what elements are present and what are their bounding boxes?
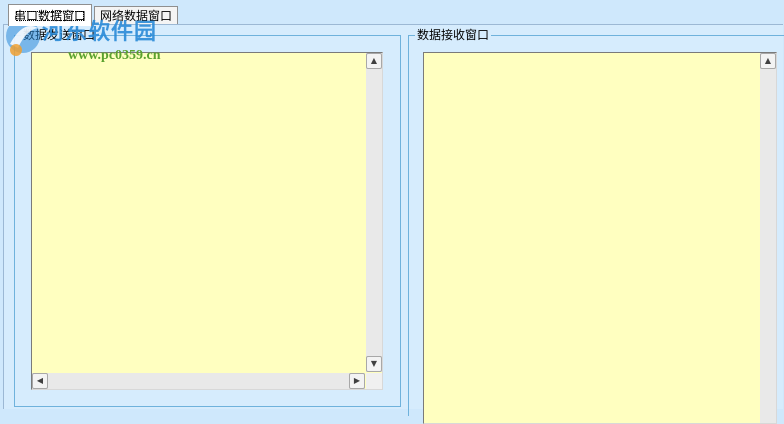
- scroll-up-icon[interactable]: ▲: [760, 53, 776, 69]
- receive-groupbox: 数据接收窗口 ▲: [408, 28, 784, 424]
- receive-groupbox-title: 数据接收窗口: [415, 28, 492, 42]
- scroll-up-icon[interactable]: ▲: [366, 53, 382, 69]
- send-horizontal-scrollbar[interactable]: ◀ ▶: [32, 373, 365, 389]
- tab-network-data-label: 网络数据窗口: [100, 9, 173, 23]
- tab-network-data[interactable]: 网络数据窗口: [94, 6, 179, 26]
- tab-page-serial: 数据发送窗口 ▲ ▼ ◀ ▶ 数据接收窗口 ▲: [3, 24, 784, 424]
- send-textarea[interactable]: ▲ ▼ ◀ ▶: [31, 52, 383, 390]
- scroll-down-icon[interactable]: ▼: [366, 356, 382, 372]
- receive-vertical-scrollbar[interactable]: ▲: [760, 53, 776, 423]
- send-groupbox: 数据发送窗口 ▲ ▼ ◀ ▶: [14, 28, 401, 407]
- scroll-right-icon[interactable]: ▶: [349, 373, 365, 389]
- scroll-left-icon[interactable]: ◀: [32, 373, 48, 389]
- send-groupbox-title: 数据发送窗口: [21, 28, 98, 42]
- tab-serial-data[interactable]: 串口数据窗口: [8, 4, 93, 26]
- receive-textarea[interactable]: ▲: [423, 52, 777, 424]
- tab-serial-data-label: 串口数据窗口: [14, 9, 87, 23]
- tab-strip: 串口数据窗口 网络数据窗口: [0, 0, 784, 26]
- send-vertical-scrollbar[interactable]: ▲ ▼: [366, 53, 382, 372]
- scrollbar-corner: [366, 373, 382, 389]
